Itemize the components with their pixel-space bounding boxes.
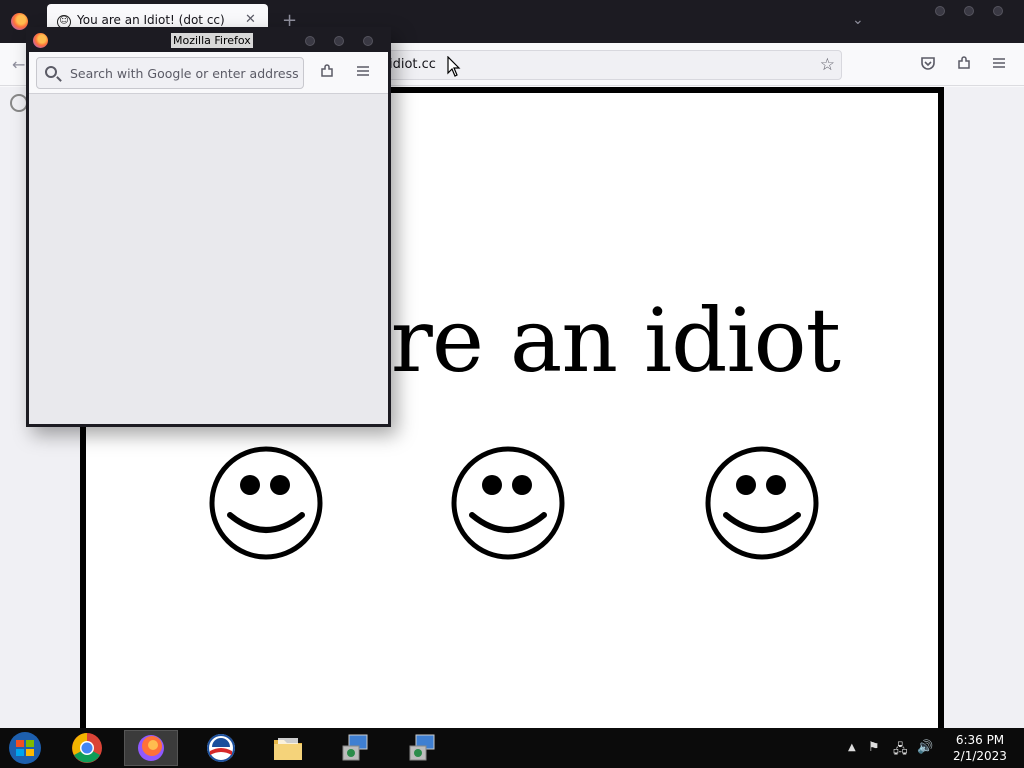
back-arrow-icon[interactable]: ←: [12, 55, 25, 74]
popup-search-input[interactable]: Search with Google or enter address: [36, 57, 304, 89]
action-center-flag-icon[interactable]: ⚑: [868, 740, 880, 755]
obama-logo-icon: [207, 734, 235, 762]
tray-expand-icon[interactable]: ▲: [848, 742, 856, 753]
mouse-cursor-icon: [447, 56, 461, 77]
popup-title: Mozilla Firefox: [171, 33, 253, 48]
menu-hamburger-icon[interactable]: [353, 63, 373, 83]
taskbar-installer-2[interactable]: [395, 730, 449, 766]
clock-date: 2/1/2023: [953, 749, 1007, 763]
smiley-face-icon: [705, 446, 819, 560]
bookmark-star-icon[interactable]: ☆: [820, 55, 835, 75]
chevron-down-icon[interactable]: ⌄: [852, 12, 864, 28]
close-window-button[interactable]: [993, 6, 1003, 16]
system-clock[interactable]: 6:36 PM 2/1/2023: [944, 732, 1016, 764]
tab-title: You are an Idiot! (dot cc): [77, 13, 225, 27]
file-explorer-icon: [274, 738, 302, 760]
clock-time: 6:36 PM: [955, 733, 1005, 747]
popup-titlebar[interactable]: Mozilla Firefox: [29, 30, 388, 52]
url-text[interactable]: idiot.cc: [389, 57, 436, 72]
popup-content: [29, 94, 388, 424]
firefox-icon: [138, 735, 164, 761]
firefox-logo-icon: [33, 33, 48, 48]
menu-hamburger-icon[interactable]: [989, 55, 1009, 75]
minimize-button[interactable]: [935, 6, 945, 16]
minimize-button[interactable]: [305, 36, 315, 46]
popup-browser-window[interactable]: Mozilla Firefox Search with Google or en…: [26, 27, 391, 427]
maximize-button[interactable]: [964, 6, 974, 16]
smiley-face-icon: [451, 446, 565, 560]
taskbar-firefox[interactable]: [124, 730, 178, 766]
popup-toolbar: Search with Google or enter address: [29, 52, 388, 94]
taskbar-obama-app[interactable]: [194, 730, 248, 766]
volume-icon[interactable]: 🔊: [917, 740, 933, 755]
taskbar: ▲ ⚑ 🖧 🔊 6:36 PM 2/1/2023: [0, 728, 1024, 768]
search-placeholder: Search with Google or enter address: [70, 66, 299, 81]
installer-icon: [409, 734, 435, 761]
url-bar[interactable]: idiot.cc ☆: [360, 50, 842, 80]
maximize-button[interactable]: [334, 36, 344, 46]
pocket-icon[interactable]: [918, 55, 938, 75]
extensions-icon[interactable]: [954, 55, 974, 75]
desktop: ☺ You are an Idiot! (dot cc) ✕ + ⌄ ← idi…: [0, 0, 1024, 768]
network-icon[interactable]: 🖧: [893, 740, 908, 762]
taskbar-chrome[interactable]: [60, 730, 114, 766]
close-window-button[interactable]: [363, 36, 373, 46]
close-icon[interactable]: ✕: [245, 12, 256, 27]
taskbar-installer-1[interactable]: [328, 730, 382, 766]
installer-icon: [342, 734, 368, 761]
search-icon: [45, 66, 57, 78]
chrome-icon: [72, 733, 102, 763]
taskbar-file-explorer[interactable]: [261, 730, 315, 766]
extensions-icon[interactable]: [317, 63, 337, 83]
smiley-face-icon: [209, 446, 323, 560]
windows-orb-icon[interactable]: [7, 731, 43, 765]
